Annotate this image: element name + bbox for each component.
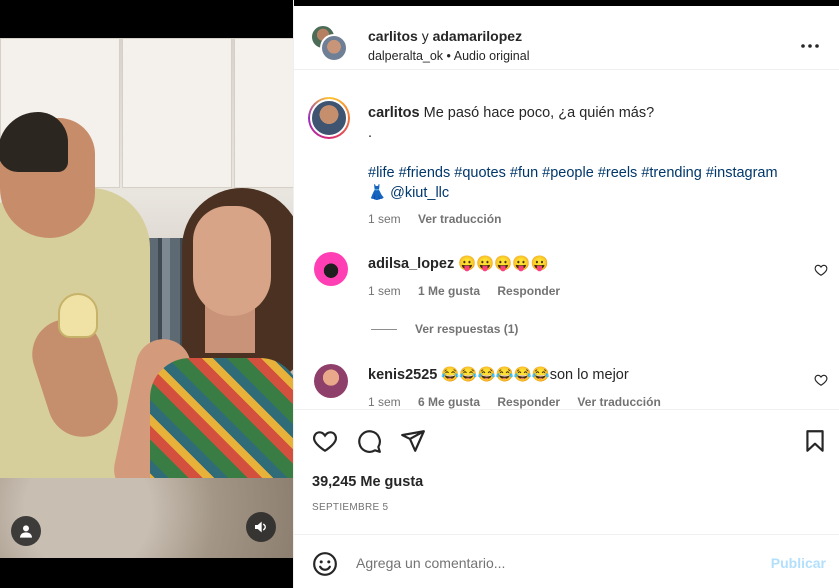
author-secondary-link[interactable]: adamarilopez [433,28,522,44]
caption-translate-link[interactable]: Ver traducción [418,212,501,226]
comment-body: 😂😂😂😂😂😂son lo mejor [441,367,629,383]
comment-meta: 1 sem 1 Me gusta Responder [368,284,574,298]
comment-text: adilsa_lopez 😛😛😛😛😛 [368,254,549,274]
save-bookmark-icon[interactable] [802,428,828,454]
like-heart-icon[interactable] [312,428,338,454]
comment-translate-link[interactable]: Ver traducción [577,395,660,409]
hashtag-link[interactable]: #instagram [706,165,778,181]
mute-toggle-button[interactable] [246,512,276,542]
comment-composer: Publicar [294,534,839,588]
audio-user-link[interactable]: dalperalta_ok [368,49,443,63]
banana [58,293,98,338]
audio-label-link[interactable]: Audio original [454,49,530,63]
comment-like-heart-icon[interactable] [814,263,828,277]
authors-connector: y [421,28,429,44]
comments-list[interactable]: carlitos Me pasó hace poco, ¿a quién más… [294,71,839,409]
comment-like-heart-icon[interactable] [814,373,828,387]
hashtag-link[interactable]: #fun [510,165,538,181]
comment-text: kenis2525 😂😂😂😂😂😂son lo mejor [368,365,629,385]
audio-separator: • [446,49,451,63]
mention-link[interactable]: @kiut_llc [390,185,449,201]
hashtag-link[interactable]: #quotes [454,165,506,181]
likes-count[interactable]: 39,245 Me gusta [312,474,423,490]
comment-meta: 1 sem 6 Me gusta Responder Ver traducció… [368,395,675,409]
share-paper-plane-icon[interactable] [400,428,426,454]
caption-hashtags: #life #friends #quotes #fun #people #ree… [368,163,778,183]
comment-likes-link[interactable]: 6 Me gusta [418,395,480,409]
comment-time[interactable]: 1 sem [368,395,401,409]
comment-likes-link[interactable]: 1 Me gusta [418,284,480,298]
caption-body: Me pasó hace poco, ¿a quién más? [423,105,655,121]
kitchen-cabinet [234,38,293,188]
comment-reply-button[interactable]: Responder [497,284,560,298]
comment-reply-button[interactable]: Responder [497,395,560,409]
user-icon [20,525,32,538]
comment-username-link[interactable]: adilsa_lopez [368,256,454,272]
caption-text: carlitos Me pasó hace poco, ¿a quién más… [368,103,654,123]
caption-time[interactable]: 1 sem [368,212,401,226]
post-details-panel: carlitos y adamarilopez dalperalta_ok • … [293,0,839,588]
speaker-icon [255,521,266,533]
post-header: carlitos y adamarilopez dalperalta_ok • … [294,6,839,70]
hashtag-link[interactable]: #trending [641,165,701,181]
more-options-icon[interactable] [798,34,822,58]
dress-emoji: 👗 [368,185,387,201]
post-authors: carlitos y adamarilopez [368,28,522,44]
reel-media[interactable] [0,0,293,588]
kitchen-cabinet [122,38,232,188]
hashtag-link[interactable]: #reels [598,165,638,181]
hashtag-link[interactable]: #friends [399,165,451,181]
avatar [320,34,348,62]
publish-button[interactable]: Publicar [771,555,826,571]
caption-meta: 1 sem Ver traducción [368,212,515,226]
author-primary-link[interactable]: carlitos [368,28,418,44]
replies-divider [371,328,397,330]
view-replies-button[interactable]: Ver respuestas (1) [371,322,518,336]
comment-avatar[interactable] [314,252,348,286]
hashtag-link[interactable]: #people [542,165,594,181]
view-replies-label: Ver respuestas (1) [415,322,519,336]
post-actions: 39,245 Me gusta SEPTIEMBRE 5 [294,409,839,534]
comment-input[interactable] [356,552,746,574]
comment-bubble-icon[interactable] [356,428,382,454]
comment-avatar[interactable] [314,364,348,398]
caption-dot: . [368,125,373,141]
caption-avatar[interactable] [308,97,350,139]
video-frame[interactable] [0,38,293,558]
hashtag-link[interactable]: #life [368,165,395,181]
collab-avatars[interactable] [310,24,350,66]
tagged-users-button[interactable] [11,516,41,546]
woman-face [193,206,271,316]
audio-info: dalperalta_ok • Audio original [368,49,529,63]
post-date[interactable]: SEPTIEMBRE 5 [312,502,388,513]
media-top-bar [0,0,293,38]
comment-time[interactable]: 1 sem [368,284,401,298]
comment-username-link[interactable]: kenis2525 [368,367,437,383]
caption-username-link[interactable]: carlitos [368,105,420,121]
comment-body: 😛😛😛😛😛 [458,256,549,272]
caption-mention-line: 👗 @kiut_llc [368,183,449,203]
emoji-smiley-icon[interactable] [312,551,338,577]
